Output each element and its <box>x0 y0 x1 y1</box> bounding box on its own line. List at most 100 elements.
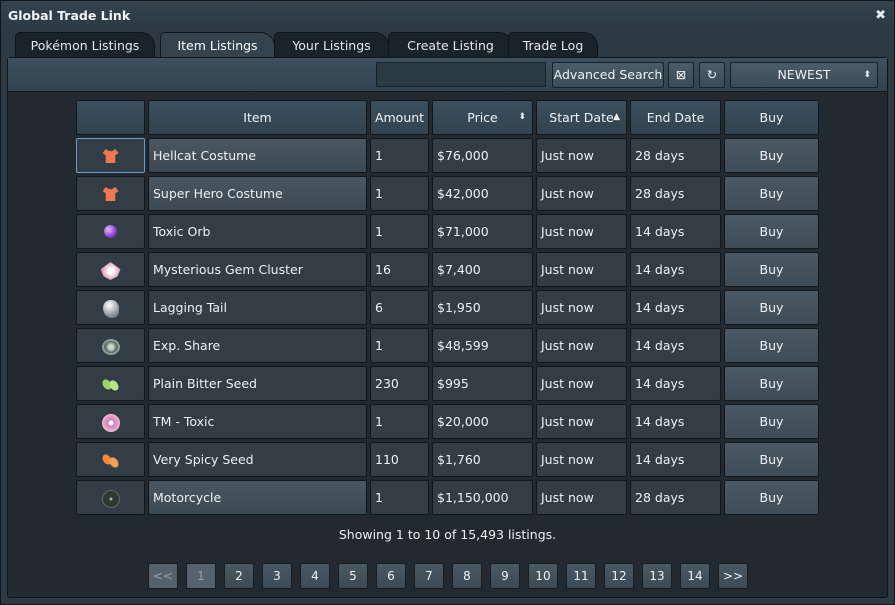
item-price: $48,599 <box>432 328 533 363</box>
buy-button[interactable]: Buy <box>724 176 819 211</box>
item-icon-cell[interactable] <box>76 480 145 515</box>
orb-icon <box>104 225 117 238</box>
item-start-date: Just now <box>536 252 627 287</box>
page-button[interactable]: 12 <box>604 563 634 589</box>
page-button[interactable]: 14 <box>680 563 710 589</box>
select-arrows-icon: ⬍ <box>863 70 871 80</box>
buy-button[interactable]: Buy <box>724 290 819 325</box>
page-button-current[interactable]: 1 <box>186 563 216 589</box>
item-icon-cell[interactable] <box>76 442 145 477</box>
buy-button[interactable]: Buy <box>724 138 819 173</box>
page-button[interactable]: 10 <box>528 563 558 589</box>
item-amount: 1 <box>370 176 429 211</box>
title-bar[interactable]: Global Trade Link ✖ <box>1 1 894 31</box>
sort-select[interactable]: NEWEST ⬍ <box>730 62 878 88</box>
item-icon-cell[interactable] <box>76 290 145 325</box>
page-button[interactable]: 9 <box>490 563 520 589</box>
item-name[interactable]: TM - Toxic <box>148 404 367 439</box>
motorcycle-icon <box>101 490 120 508</box>
item-icon-cell[interactable] <box>76 252 145 287</box>
item-amount: 1 <box>370 214 429 249</box>
header-end-date[interactable]: End Date <box>630 100 721 135</box>
item-start-date: Just now <box>536 328 627 363</box>
sort-ascending-icon: ▲ <box>613 112 620 122</box>
page-button[interactable]: 6 <box>376 563 406 589</box>
costume-icon <box>102 187 119 201</box>
item-name[interactable]: Very Spicy Seed <box>148 442 367 477</box>
tab-trade-log[interactable]: Trade Log <box>508 32 598 57</box>
header-icon <box>76 100 145 135</box>
item-amount: 230 <box>370 366 429 401</box>
advanced-search-button[interactable]: Advanced Search <box>552 62 664 88</box>
buy-button[interactable]: Buy <box>724 214 819 249</box>
next-page-button[interactable]: >> <box>718 563 748 589</box>
header-start-date-label: Start Date <box>549 110 614 125</box>
header-start-date[interactable]: Start Date ▲ <box>536 100 627 135</box>
header-item[interactable]: Item <box>148 100 367 135</box>
clear-search-icon[interactable]: ⊠ <box>668 62 694 88</box>
page-button[interactable]: 13 <box>642 563 672 589</box>
buy-button[interactable]: Buy <box>724 328 819 363</box>
page-button[interactable]: 5 <box>338 563 368 589</box>
seed-icon <box>100 452 120 470</box>
tab-create-listing[interactable]: Create Listing <box>388 32 513 57</box>
item-price: $1,950 <box>432 290 533 325</box>
item-start-date: Just now <box>536 366 627 401</box>
listing-count-status: Showing 1 to 10 of 15,493 listings. <box>338 527 557 542</box>
tab-item-listings[interactable]: Item Listings <box>160 32 275 57</box>
item-end-date: 14 days <box>630 366 721 401</box>
sort-both-icon: ⬍ <box>518 112 526 122</box>
gem-cluster-icon <box>100 262 121 280</box>
item-icon-cell[interactable] <box>76 138 145 173</box>
item-price: $42,000 <box>432 176 533 211</box>
search-input[interactable] <box>376 62 546 87</box>
item-icon-cell[interactable] <box>76 176 145 211</box>
item-start-date: Just now <box>536 176 627 211</box>
item-amount: 6 <box>370 290 429 325</box>
buy-button[interactable]: Buy <box>724 480 819 515</box>
item-icon-cell[interactable] <box>76 366 145 401</box>
page-button[interactable]: 11 <box>566 563 596 589</box>
item-icon-cell[interactable] <box>76 328 145 363</box>
item-name[interactable]: Hellcat Costume <box>148 138 367 173</box>
item-icon-cell[interactable] <box>76 214 145 249</box>
item-name[interactable]: Toxic Orb <box>148 214 367 249</box>
header-amount[interactable]: Amount <box>370 100 429 135</box>
page-button[interactable]: 7 <box>414 563 444 589</box>
seed-icon <box>100 377 120 393</box>
page-button[interactable]: 3 <box>262 563 292 589</box>
tm-disc-icon <box>101 414 120 432</box>
item-name[interactable]: Lagging Tail <box>148 290 367 325</box>
item-price: $1,150,000 <box>432 480 533 515</box>
close-icon[interactable]: ✖ <box>875 8 886 23</box>
buy-button[interactable]: Buy <box>724 252 819 287</box>
header-buy: Buy <box>724 100 819 135</box>
item-name[interactable]: Super Hero Costume <box>148 176 367 211</box>
item-price: $7,400 <box>432 252 533 287</box>
item-name[interactable]: Exp. Share <box>148 328 367 363</box>
item-end-date: 14 days <box>630 404 721 439</box>
item-name[interactable]: Plain Bitter Seed <box>148 366 367 401</box>
refresh-icon[interactable]: ↻ <box>699 62 725 88</box>
item-icon-cell[interactable] <box>76 404 145 439</box>
item-end-date: 28 days <box>630 480 721 515</box>
tab-your-listings[interactable]: Your Listings <box>274 32 389 57</box>
item-end-date: 14 days <box>630 290 721 325</box>
page-button[interactable]: 4 <box>300 563 330 589</box>
item-amount: 1 <box>370 480 429 515</box>
buy-button[interactable]: Buy <box>724 366 819 401</box>
page-button[interactable]: 8 <box>452 563 482 589</box>
item-name[interactable]: Mysterious Gem Cluster <box>148 252 367 287</box>
item-end-date: 14 days <box>630 328 721 363</box>
buy-button[interactable]: Buy <box>724 404 819 439</box>
header-price[interactable]: Price ⬍ <box>432 100 533 135</box>
gtl-window: Global Trade Link ✖ Pokémon Listings Ite… <box>0 0 895 605</box>
tab-pokemon-listings[interactable]: Pokémon Listings <box>15 32 155 57</box>
item-name[interactable]: Motorcycle <box>148 480 367 515</box>
buy-button[interactable]: Buy <box>724 442 819 477</box>
exp-share-icon <box>101 339 120 355</box>
item-amount: 1 <box>370 404 429 439</box>
page-button[interactable]: 2 <box>224 563 254 589</box>
item-end-date: 28 days <box>630 176 721 211</box>
first-page-button[interactable]: << <box>148 563 178 589</box>
